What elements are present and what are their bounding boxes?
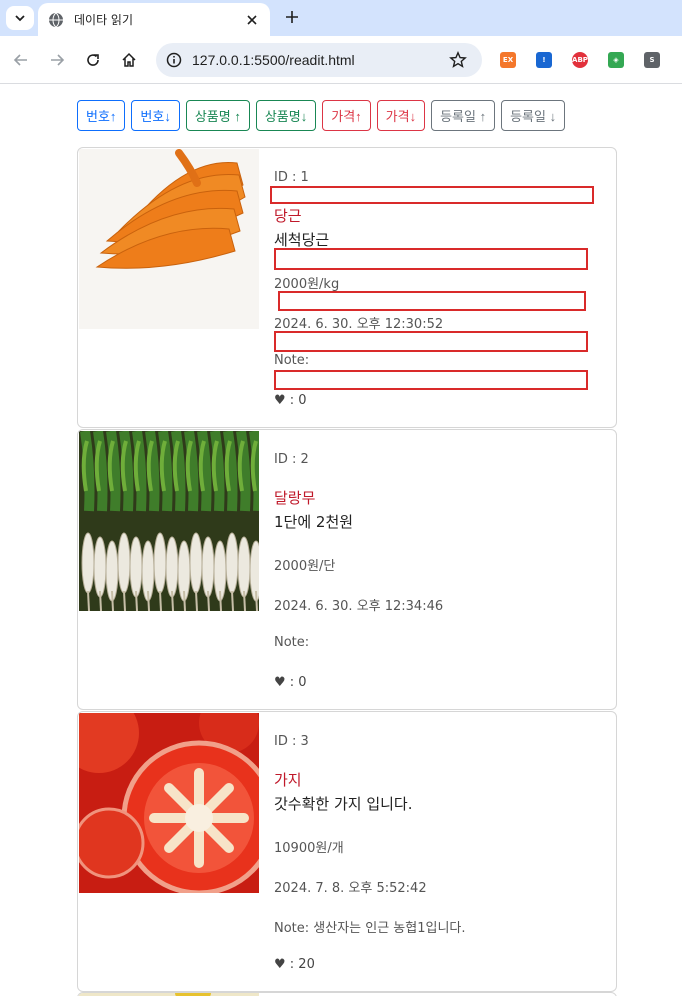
product-likes: ♥ : 20 — [274, 957, 315, 972]
page-content: 번호↑ 번호↓ 상품명 ↑ 상품명↓ 가격↑ 가격↓ 등록일 ↑ 등록일 ↓ ID : 1 당근… — [0, 85, 682, 996]
sort-id-asc-button[interactable]: 번호↑ — [77, 100, 126, 131]
arrow-left-icon — [13, 54, 27, 66]
product-image — [79, 713, 259, 893]
product-likes: ♥ : 0 — [274, 675, 307, 690]
reload-button[interactable] — [81, 48, 105, 72]
product-date: 2024. 6. 30. 오후 12:30:52 — [274, 317, 444, 332]
browser-tab[interactable]: 데이타 읽기 — [38, 3, 270, 36]
browser-tab-strip: 데이타 읽기 — [0, 0, 682, 36]
sort-date-desc-button[interactable]: 등록일 ↓ — [501, 100, 566, 131]
product-details: ID : 3 가지갓수확한 가지 입니다. 10900원/개 2024. 7. 8. … — [274, 712, 604, 991]
product-description: 세척당근 — [274, 231, 330, 249]
product-image — [79, 431, 259, 611]
home-button[interactable] — [117, 48, 141, 72]
product-date: 2024. 7. 8. 오후 5:52:42 — [274, 881, 427, 896]
sort-id-desc-button[interactable]: 번호↓ — [131, 100, 180, 131]
back-button[interactable] — [9, 48, 33, 72]
browser-toolbar: 127.0.0.1:5500/readit.html EX! ABP ◈ S — [0, 36, 682, 84]
url-text[interactable]: 127.0.0.1:5500/readit.html — [192, 52, 355, 68]
product-date: 2024. 6. 30. 오후 12:34:46 — [274, 599, 444, 614]
highlight-box — [274, 331, 588, 352]
product-note: Note: — [274, 635, 310, 650]
product-name: 가지 — [274, 771, 302, 789]
highlight-box — [274, 370, 588, 390]
product-details: ID : 2 달랑무 1단에 2천원 2000원/단 2024. 6. 30. 오후 1… — [274, 430, 604, 709]
product-price: 2000원/kg — [274, 277, 340, 292]
sort-date-asc-button[interactable]: 등록일 ↑ — [431, 100, 496, 131]
product-card: ID : 3 가지갓수확한 가지 입니다. 10900원/개 2024. 7. 8. … — [77, 711, 617, 992]
product-name: 달랑무 — [274, 489, 316, 507]
sort-name-desc-button[interactable]: 상품명↓ — [255, 100, 317, 131]
ex-extension-icon[interactable]: EX — [500, 52, 516, 68]
close-tab-icon[interactable] — [244, 12, 260, 28]
reload-icon — [87, 54, 99, 66]
product-price: 10900원/개 — [274, 841, 344, 856]
product-price: 2000원/단 — [274, 559, 336, 574]
sort-name-asc-button[interactable]: 상품명 ↑ — [185, 100, 250, 131]
shield-extension-icon[interactable]: ! — [536, 52, 552, 68]
new-tab-button[interactable] — [282, 7, 302, 27]
sort-price-asc-button[interactable]: 가격↑ — [322, 100, 371, 131]
product-card: ID : 1 당근세척당근 2000원/kg 2024. 6. 30. 오후 12:3… — [77, 147, 617, 428]
arrow-right-icon — [51, 54, 65, 66]
tab-title: 데이타 읽기 — [74, 13, 134, 27]
product-likes: ♥ : 0 — [274, 393, 307, 408]
s-extension-icon[interactable]: S — [644, 52, 660, 68]
bookmark-star-icon[interactable] — [448, 50, 468, 70]
sort-button-group: 번호↑ 번호↓ 상품명 ↑ 상품명↓ 가격↑ 가격↓ 등록일 ↑ 등록일 ↓ — [77, 100, 566, 131]
product-description: 갓수확한 가지 입니다. — [274, 795, 413, 813]
highlight-box — [270, 186, 594, 204]
product-note: Note: 생산자는 인근 농협1입니다. — [274, 921, 466, 936]
plus-icon — [286, 11, 298, 23]
highlight-box — [278, 291, 586, 311]
product-description: 1단에 2천원 — [274, 513, 354, 531]
highlight-box — [274, 248, 588, 270]
product-name: 당근 — [274, 207, 302, 225]
address-bar[interactable]: 127.0.0.1:5500/readit.html — [156, 43, 482, 77]
product-card-partial — [77, 992, 617, 996]
tab-search-button[interactable] — [6, 6, 34, 30]
product-id: ID : 2 — [274, 452, 309, 467]
site-info-icon[interactable] — [164, 50, 184, 70]
home-icon — [122, 52, 136, 67]
product-card: ID : 2 달랑무 1단에 2천원 2000원/단 2024. 6. 30. 오후 1… — [77, 429, 617, 710]
product-note: Note: — [274, 353, 310, 368]
adblock-plus-icon[interactable]: ABP — [572, 52, 588, 68]
product-id: ID : 1 — [274, 170, 309, 185]
chevron-down-icon — [15, 15, 25, 22]
sort-price-desc-button[interactable]: 가격↓ — [376, 100, 426, 131]
product-id: ID : 3 — [274, 734, 309, 749]
product-image — [79, 149, 259, 329]
forward-button[interactable] — [45, 48, 69, 72]
globe-icon — [49, 12, 63, 27]
colorful-extension-icon[interactable]: ◈ — [608, 52, 624, 68]
